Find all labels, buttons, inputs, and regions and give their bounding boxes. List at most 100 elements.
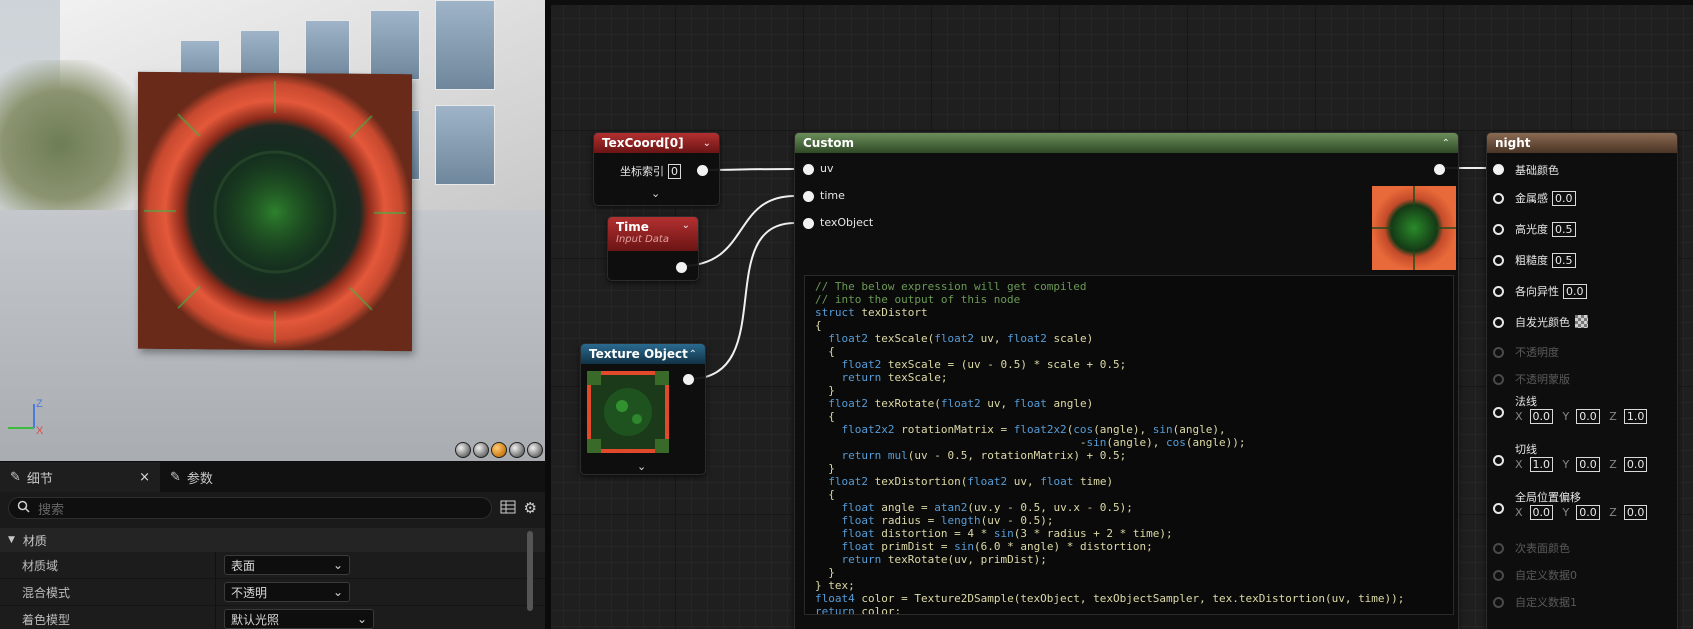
input-pin-uv[interactable] [803, 164, 814, 175]
anisotropy-field: 各向异性 0.0 [1515, 283, 1587, 299]
chevron-down-icon[interactable]: ⌄ [651, 187, 660, 200]
wpo-y-value[interactable]: 0.0 [1576, 505, 1600, 520]
coordinate-index-field[interactable]: 坐标索引 0 [620, 163, 681, 179]
axis-label: X [1515, 410, 1523, 423]
output-pin[interactable] [697, 165, 708, 176]
normal-vector-field: X 0.0 Y 0.0 Z 1.0 [1515, 409, 1648, 424]
pin-label: 金属感 [1515, 192, 1548, 205]
section-title: 材质 [22, 533, 47, 548]
pin-label: 粗糙度 [1515, 254, 1548, 267]
axis-label: X [1515, 458, 1523, 471]
node-header[interactable]: night [1487, 133, 1677, 153]
texcoord-node[interactable]: TexCoord[0] ⌄ 坐标索引 0 ⌄ [593, 132, 720, 206]
node-header[interactable]: Time Input Data ⌄ [608, 217, 698, 251]
axis-gizmo: Z X [4, 398, 44, 438]
pin-label: 自定义数据1 [1515, 596, 1577, 609]
chevron-up-icon[interactable]: ⌃ [689, 349, 697, 360]
cube-preview-icon[interactable] [473, 442, 489, 458]
time-node[interactable]: Time Input Data ⌄ [607, 216, 699, 281]
input-pin-emissive[interactable] [1493, 317, 1504, 328]
chevron-up-icon[interactable]: ⌃ [1442, 138, 1450, 149]
chevron-down-icon[interactable]: ⌄ [703, 138, 711, 149]
wpo-x-value[interactable]: 0.0 [1529, 505, 1554, 520]
input-pin-normal[interactable] [1493, 407, 1504, 418]
material-result-node[interactable]: night 基础颜色 金属感 0.0 高光度 0.5 粗糙度 0.5 各向异性 0.0 … [1486, 132, 1678, 629]
tangent-z-value[interactable]: 0.0 [1623, 457, 1648, 472]
metallic-value[interactable]: 0.0 [1552, 191, 1576, 206]
anisotropy-value[interactable]: 0.0 [1563, 284, 1587, 299]
output-pin[interactable] [1434, 164, 1445, 175]
dropdown-value: 表面 [231, 558, 256, 573]
plane-preview-icon[interactable] [491, 442, 507, 458]
background-trees [0, 60, 150, 230]
dropdown-value: 默认光照 [231, 612, 280, 627]
axis-label: Y [1562, 410, 1570, 423]
property-label: 材质域 [0, 552, 216, 578]
output-pin[interactable] [676, 262, 687, 273]
output-pin[interactable] [683, 374, 694, 385]
input-pin-base-color[interactable] [1493, 164, 1504, 175]
input-pin-world-position-offset[interactable] [1493, 503, 1504, 514]
chevron-down-icon[interactable]: ⌄ [682, 220, 690, 231]
checker-swatch-icon[interactable] [1575, 315, 1588, 328]
tangent-x-value[interactable]: 1.0 [1529, 457, 1554, 472]
normal-z-value[interactable]: 1.0 [1623, 409, 1648, 424]
field-value[interactable]: 0 [668, 164, 681, 179]
input-pin-time[interactable] [803, 191, 814, 202]
pin-label: 基础颜色 [1515, 164, 1559, 177]
input-pin-roughness[interactable] [1493, 255, 1504, 266]
chevron-down-icon: ⌄ [332, 585, 343, 599]
material-graph-canvas[interactable]: TexCoord[0] ⌄ 坐标索引 0 ⌄ Time Input Data ⌄ … [551, 0, 1693, 629]
dropdown-value: 不透明 [231, 585, 268, 600]
chevron-down-icon: ⌄ [332, 558, 343, 572]
wpo-z-value[interactable]: 0.0 [1623, 505, 1648, 520]
gear-icon[interactable]: ⚙ [524, 499, 537, 517]
custom-mesh-preview-icon[interactable] [527, 442, 543, 458]
input-pin-tangent[interactable] [1493, 455, 1504, 466]
chevron-down-icon[interactable]: ⌄ [637, 460, 646, 473]
normal-y-value[interactable]: 0.0 [1576, 409, 1600, 424]
node-header[interactable]: TexCoord[0] ⌄ [594, 133, 719, 153]
blend-mode-dropdown[interactable]: 不透明 ⌄ [224, 582, 350, 602]
pin-label: 自定义数据0 [1515, 569, 1577, 582]
pin-label: texObject [820, 216, 874, 229]
texture-object-node[interactable]: Texture Object ⌃ ⌄ [580, 343, 706, 475]
axis-label: Y [1562, 458, 1570, 471]
details-panel: ✎ 细节 × ✎ 参数 搜索 ⚙ ▼ 材质 材质域 表面 ⌄ 混合模式 不透明 … [0, 461, 545, 629]
specular-value[interactable]: 0.5 [1552, 222, 1576, 237]
material-section-header[interactable]: ▼ 材质 [0, 528, 545, 552]
normal-x-value[interactable]: 0.0 [1529, 409, 1554, 424]
tangent-vector-field: X 1.0 Y 0.0 Z 0.0 [1515, 457, 1648, 472]
shading-model-dropdown[interactable]: 默认光照 ⌄ [224, 609, 374, 629]
search-icon [17, 500, 30, 517]
input-pin-specular[interactable] [1493, 224, 1504, 235]
input-pin-metallic[interactable] [1493, 193, 1504, 204]
tab-details[interactable]: ✎ 细节 × [0, 462, 160, 492]
close-icon[interactable]: × [139, 470, 150, 485]
hlsl-code-editor[interactable]: // The below expression will get compile… [804, 275, 1454, 615]
pin-label: 法线 [1515, 395, 1537, 408]
pin-label: 自发光颜色 [1515, 316, 1570, 329]
details-scrollbar[interactable] [527, 531, 533, 611]
tangent-y-value[interactable]: 0.0 [1576, 457, 1600, 472]
graph-top-border [551, 0, 1693, 5]
node-header[interactable]: Texture Object ⌃ [581, 344, 705, 364]
sphere-preview-icon[interactable] [455, 442, 471, 458]
cylinder-preview-icon[interactable] [509, 442, 525, 458]
axis-label: X [1515, 506, 1523, 519]
tab-parameters[interactable]: ✎ 参数 [160, 462, 223, 492]
material-preview-viewport[interactable]: Z X [0, 0, 545, 461]
roughness-field: 粗糙度 0.5 [1515, 252, 1576, 268]
custom-node[interactable]: Custom ⌃ uv time texObject // The below … [794, 132, 1459, 629]
building-window [370, 10, 420, 80]
metallic-field: 金属感 0.0 [1515, 190, 1576, 206]
node-header[interactable]: Custom ⌃ [795, 133, 1458, 153]
material-domain-dropdown[interactable]: 表面 ⌄ [224, 555, 350, 575]
roughness-value[interactable]: 0.5 [1552, 253, 1576, 268]
building-window [305, 20, 350, 80]
tab-parameters-label: 参数 [186, 471, 213, 487]
input-pin-anisotropy[interactable] [1493, 286, 1504, 297]
search-input[interactable]: 搜索 [8, 497, 492, 519]
input-pin-texobject[interactable] [803, 218, 814, 229]
table-view-icon[interactable] [500, 500, 516, 517]
